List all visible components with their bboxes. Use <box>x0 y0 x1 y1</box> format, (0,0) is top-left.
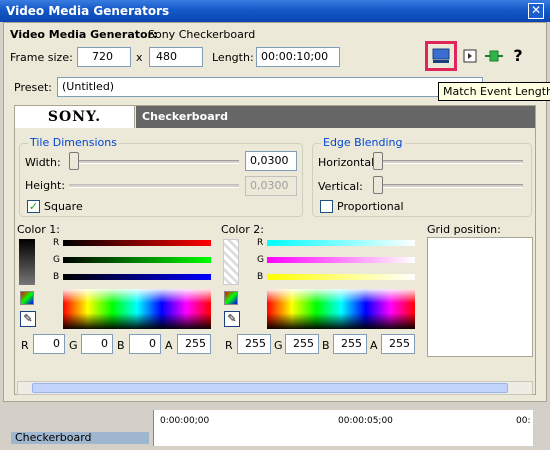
color1-b-bar-label: B <box>53 272 60 282</box>
plugin-title: Checkerboard <box>136 106 535 128</box>
color2-r-input[interactable]: 255 <box>237 334 271 354</box>
grid-position-label: Grid position: <box>427 223 501 236</box>
color1-r-bar-label: R <box>53 238 60 248</box>
color1-r-input[interactable]: 0 <box>33 334 65 354</box>
horizontal-label: Horizontal: <box>318 156 378 169</box>
generator-name: Sony Checkerboard <box>148 28 256 41</box>
color1-palette-icon[interactable] <box>20 291 34 305</box>
color1-r-label: R <box>21 339 29 352</box>
color1-b-input[interactable]: 0 <box>129 334 161 354</box>
times-symbol: x <box>136 51 143 64</box>
color2-r-label: R <box>225 339 233 352</box>
width-input[interactable]: 0,0300 <box>245 151 297 171</box>
color2-preview <box>223 239 239 285</box>
color1-green-bar[interactable] <box>63 257 211 263</box>
frame-width-input[interactable]: 720 <box>77 47 131 67</box>
color2-b-bar-label: B <box>257 272 264 282</box>
scrollbar-thumb[interactable] <box>32 383 508 393</box>
color1-a-label: A <box>165 339 173 352</box>
window-title: Video Media Generators <box>6 4 170 18</box>
preset-label: Preset: <box>14 81 53 94</box>
width-label: Width: <box>25 156 61 169</box>
plugin-chain-button[interactable] <box>483 45 505 67</box>
horizontal-slider-thumb[interactable] <box>373 152 383 170</box>
generator-label: Video Media Generator: <box>10 28 158 41</box>
tick-label: 0:00:00;00 <box>160 416 210 426</box>
color2-g-input[interactable]: 255 <box>285 334 319 354</box>
edge-blending-title: Edge Blending <box>321 136 405 149</box>
color2-palette-icon[interactable] <box>224 291 238 305</box>
color2-picker[interactable] <box>267 289 415 329</box>
length-input[interactable]: 00:00:10;00 <box>256 47 340 67</box>
tick-label: 00:00:05;00 <box>338 416 393 426</box>
color1-g-bar-label: G <box>53 255 60 265</box>
color2-a-input[interactable]: 255 <box>381 334 415 354</box>
color1-b-label: B <box>117 339 125 352</box>
color2-r-bar-label: R <box>257 238 264 248</box>
grid-position-box[interactable] <box>427 237 533 357</box>
vertical-slider-thumb[interactable] <box>373 176 383 194</box>
vertical-slider-track[interactable] <box>373 184 523 188</box>
color2-a-label: A <box>370 339 378 352</box>
horizontal-slider-track[interactable] <box>373 160 523 164</box>
color1-a-input[interactable]: 255 <box>177 334 211 354</box>
sony-logo: SONY. <box>15 106 135 128</box>
color1-label: Color 1: <box>17 223 60 236</box>
color1-preview <box>19 239 35 285</box>
width-slider-track[interactable] <box>69 160 239 164</box>
window-titlebar: Video Media Generators ✕ <box>0 0 550 22</box>
frame-height-input[interactable]: 480 <box>149 47 203 67</box>
color2-label: Color 2: <box>221 223 264 236</box>
color2-blue-bar[interactable] <box>267 274 415 280</box>
width-slider-thumb[interactable] <box>69 152 79 170</box>
help-button[interactable]: ? <box>507 45 529 67</box>
color1-g-label: G <box>69 339 78 352</box>
match-event-length-button[interactable] <box>425 41 457 71</box>
square-checkbox[interactable]: ✓ <box>27 200 40 213</box>
color1-eyedropper-icon[interactable]: ✎ <box>20 311 36 327</box>
proportional-label: Proportional <box>337 200 404 213</box>
length-label: Length: <box>212 51 254 64</box>
color2-eyedropper-icon[interactable]: ✎ <box>224 311 240 327</box>
color1-picker[interactable] <box>63 289 211 329</box>
tile-dimensions-title: Tile Dimensions <box>28 136 119 149</box>
proportional-checkbox[interactable] <box>320 200 333 213</box>
track-name[interactable]: Checkerboard <box>11 432 149 444</box>
match-event-length-icon <box>432 48 450 63</box>
color1-red-bar[interactable] <box>63 240 211 246</box>
vertical-label: Vertical: <box>318 180 363 193</box>
plugin-content: SONY. Checkerboard Tile Dimensions Width… <box>14 105 536 395</box>
color1-g-input[interactable]: 0 <box>81 334 113 354</box>
square-label: Square <box>44 200 83 213</box>
plugin-chain-icon <box>485 50 503 62</box>
help-icon: ? <box>513 46 523 65</box>
horizontal-scrollbar[interactable] <box>17 381 533 395</box>
timeline: Checkerboard 0:00:00;00 00:00:05;00 00: <box>3 410 547 446</box>
color1-blue-bar[interactable] <box>63 274 211 280</box>
color2-g-bar-label: G <box>257 255 264 265</box>
tooltip: Match Event Length <box>438 82 550 101</box>
height-slider-track <box>69 184 239 188</box>
preset-dropdown[interactable]: (Untitled) <box>57 77 483 97</box>
timeline-ruler[interactable]: 0:00:00;00 00:00:05;00 00: <box>153 410 533 446</box>
color2-b-input[interactable]: 255 <box>333 334 367 354</box>
color2-g-label: G <box>274 339 283 352</box>
close-button[interactable]: ✕ <box>528 3 544 19</box>
properties-icon <box>463 49 477 63</box>
properties-button[interactable] <box>459 45 481 67</box>
height-input: 0,0300 <box>245 176 297 196</box>
frame-size-label: Frame size: <box>10 51 73 64</box>
height-label: Height: <box>25 179 66 192</box>
color2-green-bar[interactable] <box>267 257 415 263</box>
color2-red-bar[interactable] <box>267 240 415 246</box>
color2-b-label: B <box>322 339 330 352</box>
tick-label: 00: <box>516 416 531 426</box>
